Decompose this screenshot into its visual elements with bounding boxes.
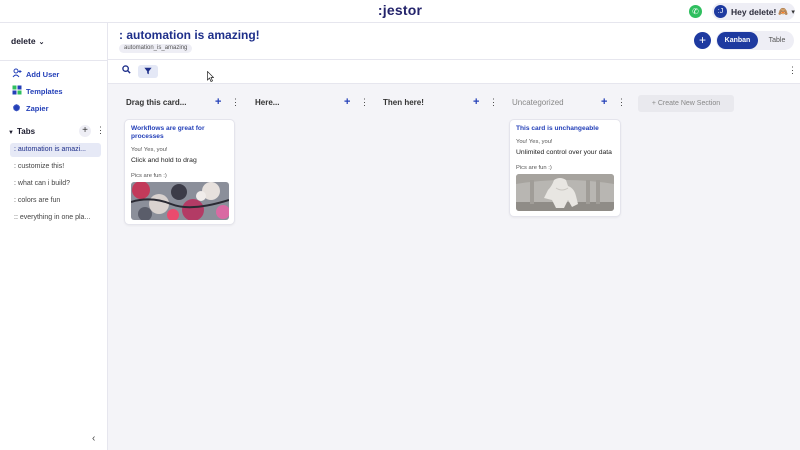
- card-image: [131, 182, 229, 220]
- tab-item[interactable]: : what can i build?: [10, 177, 101, 191]
- column-header[interactable]: Drag this card... + ⋮: [126, 95, 240, 111]
- workspace-name: delete: [11, 36, 36, 46]
- create-section-button[interactable]: + Create New Section: [638, 95, 734, 112]
- card-field-label: You! Yes, you!: [516, 139, 553, 145]
- user-greeting: Hey delete!: [731, 6, 777, 17]
- search-icon[interactable]: [119, 65, 133, 78]
- workspace-selector[interactable]: delete ⌄: [11, 36, 44, 46]
- tab-item[interactable]: : customize this!: [10, 160, 101, 174]
- card-field-label: Pics are fun :): [131, 173, 167, 179]
- zapier-icon: ✺: [12, 102, 21, 113]
- kanban-card[interactable]: Workflows are great for processes You! Y…: [124, 119, 235, 225]
- page-header: : automation is amazing! automation_is_a…: [108, 23, 800, 60]
- page-title: : automation is amazing!: [119, 28, 260, 42]
- card-field-value: Click and hold to drag: [131, 157, 197, 164]
- add-tab-button[interactable]: +: [79, 125, 91, 137]
- column-name: Uncategorized: [512, 98, 564, 107]
- add-card-icon[interactable]: +: [344, 96, 350, 108]
- chevron-down-icon: ▾: [791, 8, 795, 16]
- collapse-sidebar-icon[interactable]: ‹: [92, 433, 95, 444]
- add-user-icon: [11, 68, 22, 80]
- more-icon[interactable]: ⋮: [617, 97, 626, 108]
- sidebar-item-label: Add User: [26, 69, 60, 79]
- whatsapp-icon[interactable]: ✆: [689, 5, 702, 18]
- app-logo[interactable]: :jestor: [0, 2, 800, 18]
- column-header[interactable]: Here... + ⋮: [255, 95, 369, 111]
- more-icon[interactable]: ⋮: [231, 97, 240, 108]
- add-card-icon[interactable]: +: [215, 96, 221, 108]
- tab-item[interactable]: : automation is amazi...: [10, 143, 101, 157]
- sidebar-item-label: Templates: [26, 86, 63, 96]
- divider: [0, 60, 108, 61]
- column-header[interactable]: Then here! + ⋮: [383, 95, 498, 111]
- more-icon[interactable]: ⋮: [489, 97, 498, 108]
- view-switcher: Kanban Table: [716, 31, 794, 50]
- table-id-badge: automation_is_amazing: [119, 44, 193, 53]
- column-name: Then here!: [383, 98, 424, 107]
- add-card-icon[interactable]: +: [601, 96, 607, 108]
- tabs-header[interactable]: ▼ Tabs: [8, 127, 35, 136]
- kanban-card[interactable]: This card is unchangeable You! Yes, you!…: [509, 119, 621, 217]
- sidebar: delete ⌄ Add User Templates ✺ Zapier ▼ Tab…: [0, 23, 108, 450]
- card-title: Workflows are great for processes: [131, 125, 205, 140]
- table-view-button[interactable]: Table: [760, 32, 794, 49]
- sidebar-item-templates[interactable]: Templates: [11, 85, 63, 97]
- more-icon[interactable]: ⋮: [360, 97, 369, 108]
- more-icon[interactable]: ⋮: [788, 65, 797, 76]
- avatar: :J: [714, 5, 727, 18]
- column-header[interactable]: Uncategorized + ⋮: [512, 95, 626, 111]
- sidebar-item-label: Zapier: [26, 103, 49, 113]
- more-icon[interactable]: ⋮: [96, 125, 105, 136]
- user-menu[interactable]: :J Hey delete! 🙈 ▾: [712, 3, 795, 20]
- user-emoji: 🙈: [778, 7, 789, 16]
- card-field-label: You! Yes, you!: [131, 147, 168, 153]
- card-field-value: Unlimited control over your data: [516, 149, 612, 156]
- column-name: Drag this card...: [126, 98, 187, 107]
- card-field-label: Pics are fun :): [516, 165, 552, 171]
- add-card-icon[interactable]: +: [473, 96, 479, 108]
- sidebar-item-zapier[interactable]: ✺ Zapier: [11, 102, 49, 114]
- card-title: This card is unchangeable: [516, 125, 599, 132]
- chevron-down-icon: ⌄: [38, 39, 45, 46]
- tab-item[interactable]: : colors are fun: [10, 194, 101, 208]
- tabs-header-label: Tabs: [16, 127, 36, 136]
- card-image: [516, 174, 614, 211]
- column-name: Here...: [255, 98, 280, 107]
- sidebar-item-add-user[interactable]: Add User: [11, 68, 59, 80]
- caret-down-icon: ▼: [8, 130, 14, 136]
- mouse-cursor-icon: [207, 69, 215, 82]
- tab-item[interactable]: :: everything in one pla...: [10, 211, 101, 225]
- filter-icon[interactable]: [138, 65, 158, 78]
- templates-icon: [11, 85, 22, 97]
- add-record-button[interactable]: +: [694, 32, 711, 49]
- kanban-view-button[interactable]: Kanban: [717, 32, 758, 49]
- top-bar: :jestor ✆ :J Hey delete! 🙈 ▾: [0, 0, 800, 23]
